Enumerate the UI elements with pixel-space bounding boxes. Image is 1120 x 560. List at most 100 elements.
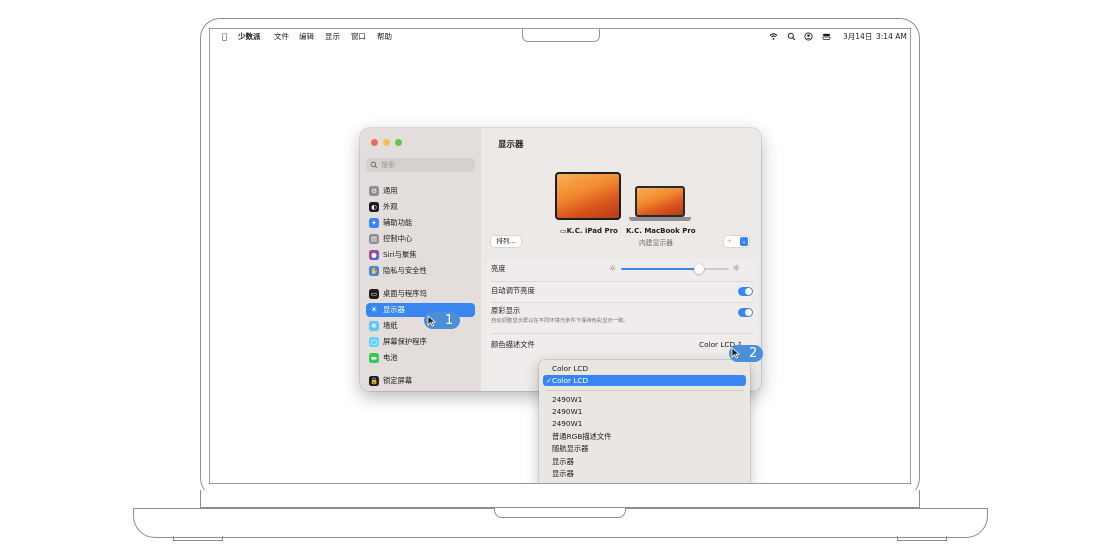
siri-icon: ● xyxy=(369,250,379,260)
auto-brightness-label: 自动调节亮度 xyxy=(491,286,535,295)
apple-icon[interactable]:  xyxy=(222,29,227,44)
color-profile-row: 颜色描述文件 Color LCD ⇕ xyxy=(491,338,753,352)
color-profile-menu: Color LCD ✓ Color LCD 2490W1 2490W1 2490… xyxy=(539,360,750,483)
sidebar-item-control-center[interactable]: ▤ 控制中心 xyxy=(366,232,475,246)
checkmark-icon: ✓ xyxy=(546,376,553,385)
add-display-button[interactable]: + ⌄ xyxy=(724,236,749,247)
settings-window: 搜索 ⚙ 通用 ◐ 外观 ✦ 辅助功能 ▤ 控制中心 ● Siri与聚焦 ✋ 隐… xyxy=(360,128,761,391)
menu-bar:  少数派 文件 编辑 显示 窗口 帮助 3月14日 3:14 AM xyxy=(210,29,910,44)
laptop-foot-right xyxy=(897,536,947,541)
appearance-icon: ◐ xyxy=(369,202,379,212)
menu-app-name[interactable]: 少数派 xyxy=(238,29,261,44)
wifi-icon[interactable] xyxy=(769,32,778,41)
display-name-macbook: K.C. MacBook Pro xyxy=(626,227,696,235)
menu-item[interactable]: 随航显示器 xyxy=(543,443,746,454)
accessibility-icon: ✦ xyxy=(369,218,379,228)
wallpaper-preview xyxy=(637,188,683,215)
menu-item-selected[interactable]: ✓ Color LCD xyxy=(543,375,746,386)
display-thumbnail-ipad[interactable] xyxy=(555,172,621,220)
laptop-hinge xyxy=(200,490,920,508)
macbook-base xyxy=(629,217,691,221)
step-number: 1 xyxy=(445,313,454,328)
sidebar-item-label: 隐私与安全性 xyxy=(383,266,427,275)
sidebar-item-screensaver[interactable]: ▢ 屏幕保护程序 xyxy=(366,335,475,349)
wallpaper-icon: ❋ xyxy=(369,321,379,331)
battery-icon: ▬ xyxy=(369,353,379,363)
menu-window[interactable]: 窗口 xyxy=(351,29,366,44)
sun-icon: ☀ xyxy=(370,305,378,314)
close-button[interactable] xyxy=(371,139,378,146)
true-tone-toggle[interactable] xyxy=(738,308,753,317)
menu-item[interactable]: 2490W1 xyxy=(543,418,746,429)
sun-small-icon: ☼ xyxy=(609,264,617,273)
color-profile-label: 颜色描述文件 xyxy=(491,340,535,349)
divider xyxy=(491,281,753,282)
brightness-row: 亮度 ☼ ☼ xyxy=(491,262,753,276)
menu-file[interactable]: 文件 xyxy=(274,29,289,44)
plus-icon: + xyxy=(727,237,733,245)
brightness-knob[interactable] xyxy=(693,264,704,274)
sidebar-item-label: 电池 xyxy=(383,353,398,362)
menu-item[interactable]: 2490W1 xyxy=(543,394,746,405)
search-field[interactable]: 搜索 xyxy=(366,158,475,172)
sidebar-item-accessibility[interactable]: ✦ 辅助功能 xyxy=(366,216,475,230)
menubar-time[interactable]: 3:14 AM xyxy=(876,29,907,44)
search-placeholder: 搜索 xyxy=(381,161,395,169)
sidebar-item-label: 屏幕保护程序 xyxy=(383,337,427,346)
minimize-button[interactable] xyxy=(383,139,390,146)
sidebar-item-appearance[interactable]: ◐ 外观 xyxy=(366,200,475,214)
sidebar-item-lock-screen[interactable]: 🔒 锁定屏幕 xyxy=(366,374,475,388)
control-center-icon[interactable] xyxy=(822,32,831,41)
page-title: 显示器 xyxy=(498,140,524,150)
brightness-slider[interactable] xyxy=(621,264,729,274)
menu-edit[interactable]: 编辑 xyxy=(299,29,314,44)
menubar-date[interactable]: 3月14日 xyxy=(843,29,872,44)
search-icon[interactable] xyxy=(787,32,796,41)
menu-item[interactable]: 2490W1 xyxy=(543,406,746,417)
sidebar-item-siri[interactable]: ● Siri与聚焦 xyxy=(366,248,475,262)
display-thumbnail-macbook[interactable] xyxy=(635,186,685,217)
gear-icon: ⚙ xyxy=(369,186,379,196)
auto-brightness-toggle[interactable] xyxy=(738,287,753,296)
cursor-icon xyxy=(427,315,436,327)
menu-item[interactable]: 显示器 xyxy=(543,456,746,467)
sidebar-item-label: 显示器 xyxy=(383,305,405,314)
menu-divider xyxy=(545,390,744,391)
divider xyxy=(491,302,753,303)
menu-item[interactable]: 普通RGB描述文件 xyxy=(543,431,746,442)
sidebar-item-label: Siri与聚焦 xyxy=(383,250,417,259)
wallpaper-preview xyxy=(557,174,619,218)
screensaver-icon: ▢ xyxy=(369,337,379,347)
sidebar-item-label: 墙纸 xyxy=(383,321,398,330)
display-subtitle-macbook: 内建显示器 xyxy=(639,239,673,247)
brightness-label: 亮度 xyxy=(491,264,506,273)
menu-item[interactable]: Color LCD xyxy=(543,363,746,374)
sidebar-item-label: 锁定屏幕 xyxy=(383,376,413,385)
menu-view[interactable]: 显示 xyxy=(325,29,340,44)
auto-brightness-row: 自动调节亮度 xyxy=(491,284,753,298)
arrange-button[interactable]: 排列... xyxy=(491,236,521,247)
true-tone-description: 自动调整显示屏以在不同环境光条件下保持色彩显示一致。 xyxy=(491,318,629,324)
screen:  少数派 文件 编辑 显示 窗口 帮助 3月14日 3:14 AM xyxy=(209,28,911,484)
sidebar-item-privacy[interactable]: ✋ 隐私与安全性 xyxy=(366,264,475,278)
sidebar-item-label: 外观 xyxy=(383,202,398,211)
monitor-icon: ▭ xyxy=(560,227,567,235)
step-number: 2 xyxy=(749,346,758,361)
sidebar: 搜索 ⚙ 通用 ◐ 外观 ✦ 辅助功能 ▤ 控制中心 ● Siri与聚焦 ✋ 隐… xyxy=(360,128,482,391)
sidebar-item-battery[interactable]: ▬ 电池 xyxy=(366,351,475,365)
laptop-base-notch xyxy=(494,508,626,518)
sidebar-item-label: 控制中心 xyxy=(383,234,413,243)
menu-help[interactable]: 帮助 xyxy=(377,29,392,44)
control-center-icon: ▤ xyxy=(369,234,379,244)
sidebar-item-general[interactable]: ⚙ 通用 xyxy=(366,184,475,198)
cursor-icon xyxy=(731,347,740,359)
hand-icon: ✋ xyxy=(369,266,379,276)
sidebar-item-label: 通用 xyxy=(383,186,398,195)
sidebar-item-label: 辅助功能 xyxy=(383,218,413,227)
sidebar-item-desktop-dock[interactable]: ▭ 桌面与程序坞 xyxy=(366,287,475,301)
laptop-foot-left xyxy=(173,536,223,541)
user-icon[interactable] xyxy=(804,32,813,41)
main-pane: 显示器 ▭K.C. iPad Pro K.C. MacBook Pro 内建显示… xyxy=(481,128,761,391)
zoom-button[interactable] xyxy=(395,139,402,146)
menu-item[interactable]: 显示器 xyxy=(543,468,746,479)
